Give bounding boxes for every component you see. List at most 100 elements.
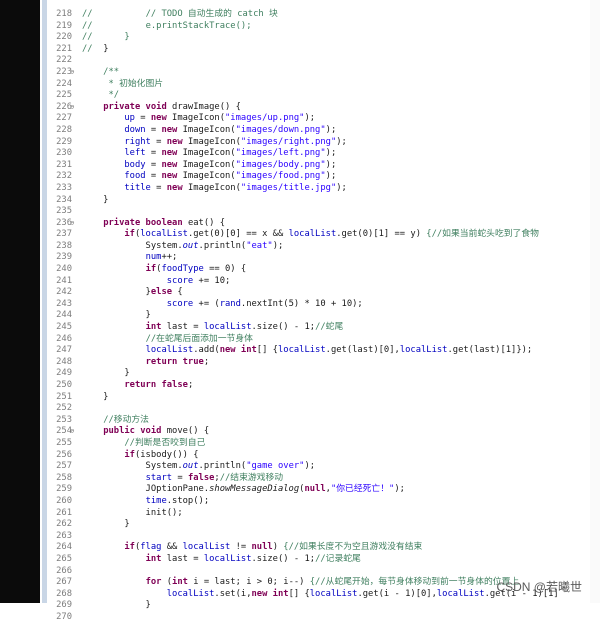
code-token: score bbox=[166, 298, 194, 309]
code-line[interactable]: 232 food = new ImageIcon("images/food.pn… bbox=[40, 171, 600, 183]
code-text: } bbox=[74, 519, 130, 531]
code-line[interactable]: 219// e.printStackTrace(); bbox=[40, 21, 600, 33]
line-number: 239 bbox=[56, 252, 72, 263]
line-number: 262 bbox=[56, 519, 72, 530]
code-line[interactable]: 270 bbox=[40, 612, 600, 623]
code-line[interactable]: 229 right = new ImageIcon("images/right.… bbox=[40, 137, 600, 149]
code-line[interactable]: 241 score += 10; bbox=[40, 276, 600, 288]
code-text: if(localList.get(0)[0] == x && localList… bbox=[74, 229, 539, 241]
code-line[interactable]: 225 */ bbox=[40, 90, 600, 102]
code-line[interactable]: 235 bbox=[40, 206, 600, 218]
code-token: ImageIcon( bbox=[182, 171, 236, 182]
line-number: 224 bbox=[56, 78, 72, 89]
code-line[interactable]: 258 start = false;//结束游戏移动 bbox=[40, 473, 600, 485]
code-token: if bbox=[124, 229, 135, 240]
code-line[interactable]: 269 } bbox=[40, 600, 600, 612]
code-line[interactable]: 252 bbox=[40, 403, 600, 415]
line-number: 249 bbox=[56, 368, 72, 379]
code-text: int last = localList.size() - 1;//记录蛇尾 bbox=[74, 554, 361, 566]
code-line[interactable]: 247 localList.add(new int[] {localList.g… bbox=[40, 345, 600, 357]
code-line[interactable]: 264 if(flag && localList != null) {//如果长… bbox=[40, 542, 600, 554]
code-line[interactable]: 236 ⊖ private boolean eat() { bbox=[40, 218, 600, 230]
fold-toggle-icon[interactable]: ⊖ bbox=[70, 67, 74, 79]
code-line[interactable]: 223 ⊖ /** bbox=[40, 67, 600, 79]
code-line[interactable]: 218// // TODO 自动生成的 catch 块 bbox=[40, 9, 600, 21]
code-line[interactable]: 256 if(isbody()) { bbox=[40, 450, 600, 462]
code-token: body bbox=[124, 159, 146, 170]
code-token: ImageIcon( bbox=[187, 136, 241, 147]
code-token: false bbox=[187, 472, 215, 483]
line-number: 269 bbox=[56, 600, 72, 611]
code-line[interactable]: 231 body = new ImageIcon("images/body.pn… bbox=[40, 160, 600, 172]
code-line[interactable]: 226 ⊖ private void drawImage() { bbox=[40, 102, 600, 114]
code-token: localList bbox=[288, 229, 337, 240]
code-line[interactable]: 220// } bbox=[40, 32, 600, 44]
code-line[interactable]: 266 bbox=[40, 566, 600, 578]
code-token: return false bbox=[124, 380, 188, 390]
code-line[interactable]: 221// } bbox=[40, 44, 600, 56]
code-token: last = bbox=[166, 553, 204, 564]
fold-toggle-icon[interactable]: ⊖ bbox=[70, 102, 74, 114]
code-line[interactable]: 234 } bbox=[40, 195, 600, 207]
code-line[interactable]: 224 * 初始化图片 bbox=[40, 79, 600, 91]
code-token: null bbox=[304, 484, 326, 495]
code-token: init(); bbox=[82, 507, 183, 518]
code-line[interactable]: 245 int last = localList.size() - 1;//蛇尾 bbox=[40, 322, 600, 334]
code-line[interactable]: 222 bbox=[40, 55, 600, 67]
code-line[interactable]: 228 down = new ImageIcon("images/down.pn… bbox=[40, 125, 600, 137]
code-token: ) bbox=[272, 542, 284, 553]
code-line[interactable]: 240 if(foodType == 0) { bbox=[40, 264, 600, 276]
code-token: "images/right.png" bbox=[240, 136, 337, 147]
vertical-scrollbar[interactable] bbox=[590, 0, 600, 603]
code-line[interactable]: 237 if(localList.get(0)[0] == x && local… bbox=[40, 229, 600, 241]
code-token: new bbox=[166, 136, 188, 147]
code-line[interactable]: 242 }else { bbox=[40, 287, 600, 299]
fold-toggle-icon[interactable]: ⊖ bbox=[70, 218, 74, 230]
line-number: 270 bbox=[56, 611, 72, 622]
code-line[interactable]: 233 title = new ImageIcon("images/title.… bbox=[40, 183, 600, 195]
fold-toggle-icon[interactable]: ⊖ bbox=[70, 426, 74, 438]
code-line[interactable]: 249 } bbox=[40, 368, 600, 380]
code-token: } bbox=[82, 519, 130, 530]
code-text: score += (rand.nextInt(5) * 10 + 10); bbox=[74, 299, 363, 311]
code-token: = bbox=[145, 171, 162, 182]
code-line[interactable]: 243 score += (rand.nextInt(5) * 10 + 10)… bbox=[40, 299, 600, 311]
line-number: 235 bbox=[56, 206, 72, 217]
code-token: } bbox=[103, 43, 109, 54]
code-token: {//如果长度不为空且游戏没有结束 bbox=[283, 542, 423, 553]
code-line[interactable]: 257 System.out.println("game over"); bbox=[40, 461, 600, 473]
code-line[interactable]: 244 } bbox=[40, 310, 600, 322]
code-line[interactable]: 262 } bbox=[40, 519, 600, 531]
code-token: ImageIcon( bbox=[182, 148, 236, 159]
code-token: } bbox=[82, 287, 151, 298]
code-line[interactable]: 259 JOptionPane.showMessageDialog(null,"… bbox=[40, 484, 600, 496]
code-line[interactable]: 265 int last = localList.size() - 1;//记录… bbox=[40, 554, 600, 566]
line-number: 220 bbox=[56, 32, 72, 43]
code-editor[interactable]: 218// // TODO 自动生成的 catch 块 219// e.print… bbox=[40, 0, 600, 622]
code-line[interactable]: 246 //在蛇尾后面添加一节身体 bbox=[40, 334, 600, 346]
code-line[interactable]: 239 num++; bbox=[40, 252, 600, 264]
code-line[interactable]: 248 return true; bbox=[40, 357, 600, 369]
code-line[interactable]: 254 ⊖ public void move() { bbox=[40, 426, 600, 438]
code-token: null bbox=[251, 542, 273, 553]
code-token: //记录蛇尾 bbox=[315, 553, 361, 564]
code-line[interactable]: 227 up = new ImageIcon("images/up.png"); bbox=[40, 113, 600, 125]
code-line[interactable]: 253 //移动方法 bbox=[40, 415, 600, 427]
code-line[interactable]: 255 //判断是否咬到自己 bbox=[40, 438, 600, 450]
code-token: = bbox=[134, 113, 151, 124]
code-token: // bbox=[82, 20, 146, 31]
code-line[interactable]: 261 init(); bbox=[40, 508, 600, 520]
code-text: */ bbox=[74, 90, 119, 102]
code-line[interactable]: 260 time.stop(); bbox=[40, 496, 600, 508]
code-line[interactable]: 251 } bbox=[40, 392, 600, 404]
code-line[interactable]: 263 bbox=[40, 531, 600, 543]
code-line[interactable]: 238 System.out.println("eat"); bbox=[40, 241, 600, 253]
code-line[interactable]: 250 return false; bbox=[40, 380, 600, 392]
code-line[interactable]: 230 left = new ImageIcon("images/left.pn… bbox=[40, 148, 600, 160]
